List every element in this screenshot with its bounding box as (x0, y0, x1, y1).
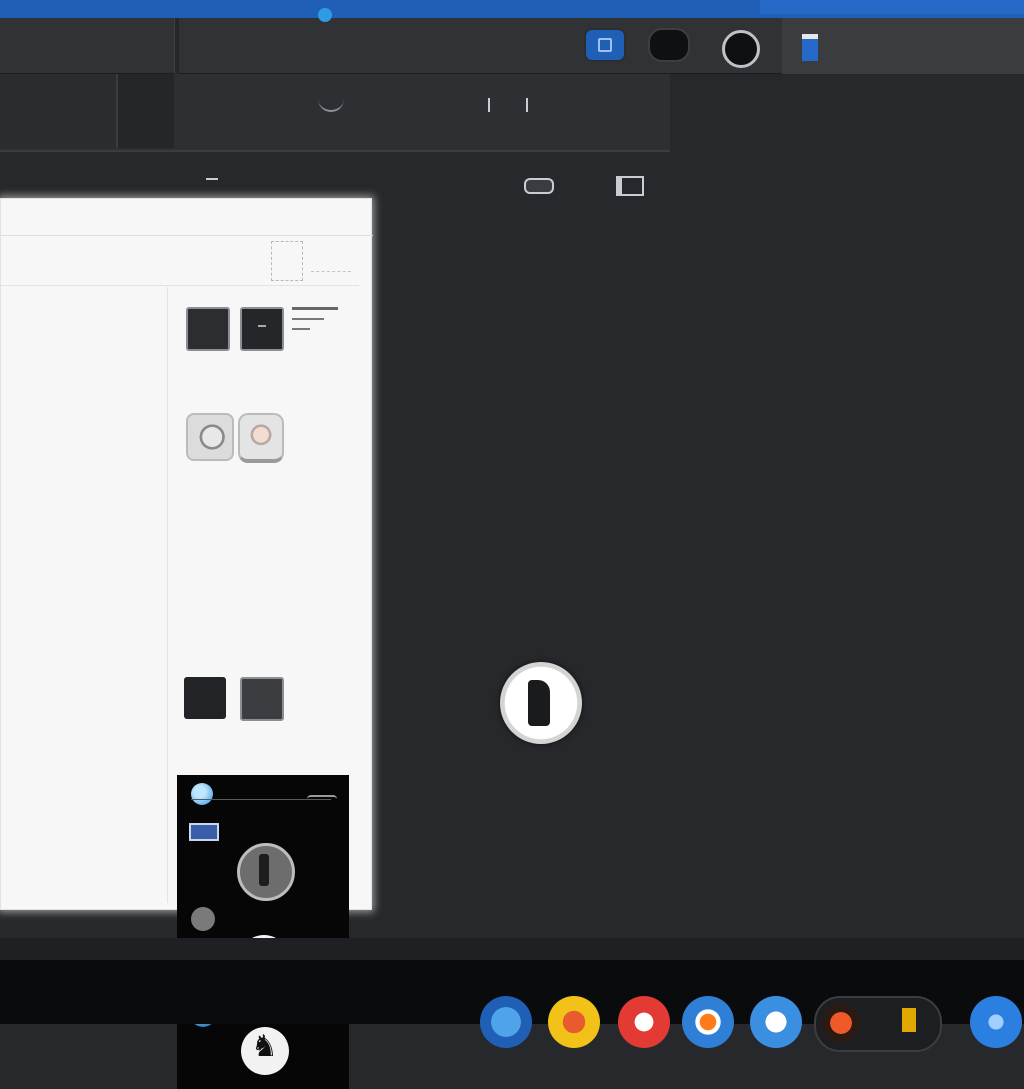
thumbnail-f[interactable] (240, 677, 284, 721)
dock-app-6-icon[interactable] (814, 996, 942, 1052)
list-item-3-icon (189, 823, 219, 841)
document-ribbon (1, 235, 359, 286)
toolbar-left-panel (0, 74, 174, 148)
circle-button[interactable] (722, 30, 760, 68)
title-bar (0, 18, 1024, 74)
dock-app-5-icon[interactable] (750, 996, 802, 1048)
dock-app-2-icon[interactable] (548, 996, 600, 1048)
media-list-card (177, 775, 349, 1089)
dock-app-7-icon[interactable] (970, 996, 1022, 1048)
window-button-secondary[interactable] (648, 28, 690, 62)
document-header (1, 199, 373, 236)
card-menu-icon[interactable] (307, 795, 337, 805)
thumbnail-e[interactable] (184, 677, 226, 719)
toggle-pill-icon[interactable] (524, 178, 554, 194)
window-accent-strip (0, 0, 1024, 18)
text-lines-icon (292, 307, 338, 347)
character-button[interactable] (241, 1027, 289, 1075)
placeholder-frame-icon[interactable] (271, 241, 303, 281)
thumbnail-b[interactable] (240, 307, 284, 351)
user-area[interactable] (782, 18, 1024, 74)
dock-app-3-icon[interactable] (618, 996, 670, 1048)
toolbar-item-1-dot-icon (318, 8, 332, 22)
document-panel (0, 198, 373, 1089)
toolbar-item-3-bracket-icon (488, 98, 528, 112)
user-avatar-icon (802, 34, 818, 61)
list-item-1-icon[interactable] (191, 783, 213, 805)
options-row (0, 160, 644, 196)
thumbnail-a[interactable] (186, 307, 230, 351)
title-separator (174, 18, 179, 74)
list-item-4-icon (191, 907, 215, 931)
dock-app-1-icon[interactable] (480, 996, 532, 1048)
thumbnail-c[interactable] (186, 413, 234, 461)
window-icon (598, 38, 612, 52)
thumbnail-d[interactable] (238, 413, 284, 463)
floating-action-button[interactable] (500, 662, 582, 744)
pause-button[interactable] (237, 843, 295, 901)
taskbar (0, 960, 1024, 1052)
grid-icon[interactable] (616, 176, 644, 196)
dock-app-4-icon[interactable] (682, 996, 734, 1048)
floating-action-icon (528, 680, 550, 726)
dashed-line (311, 271, 351, 272)
status-strip (0, 938, 1024, 960)
toolbar-left-box[interactable] (116, 74, 174, 148)
window-button-primary[interactable] (584, 28, 626, 62)
options-row-mark-icon[interactable] (206, 178, 218, 186)
card-divider (191, 799, 331, 800)
secondary-toolbar (0, 74, 670, 152)
